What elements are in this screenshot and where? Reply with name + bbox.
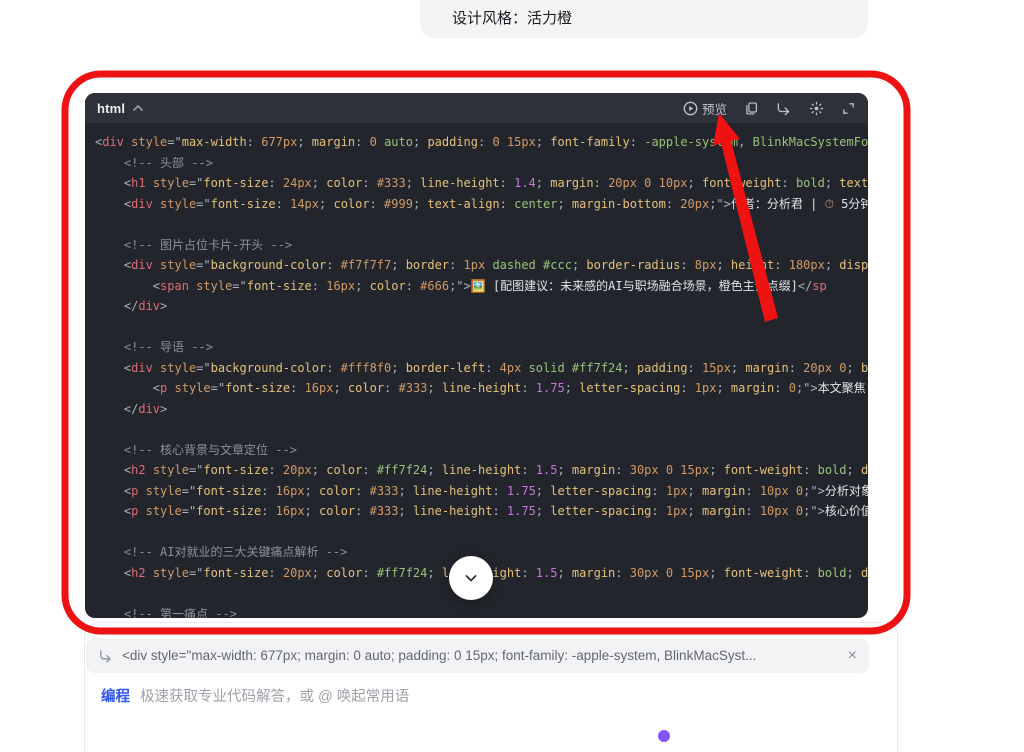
play-circle-icon <box>683 101 698 115</box>
insert-button[interactable] <box>776 101 792 116</box>
code-block-panel: html 预览 <div style="max-width: 677px; ma… <box>85 93 868 618</box>
user-message-bubble: 设计风格：活力橙 <box>420 0 868 38</box>
code-line: <h1 style="font-size: 24px; color: #333;… <box>95 176 868 190</box>
expand-button[interactable] <box>841 101 856 116</box>
code-line: <!-- 核心背景与文章定位 --> <box>123 442 297 457</box>
code-line: <p style="font-size: 16px; color: #333; … <box>95 381 866 395</box>
code-line: <div style="max-width: 677px; margin: 0 … <box>95 135 868 149</box>
code-line: <p style="font-size: 16px; color: #333; … <box>95 504 868 518</box>
quoted-code-text: <div style="max-width: 677px; margin: 0 … <box>122 648 757 663</box>
preview-button[interactable]: 预览 <box>683 99 727 118</box>
mode-tag-coding[interactable]: 编程 <box>101 685 130 706</box>
code-block-header: html 预览 <box>85 93 868 123</box>
chevron-down-icon <box>465 575 477 582</box>
code-line: <!-- 图片占位卡片-开头 --> <box>123 237 293 252</box>
code-content[interactable]: <div style="max-width: 677px; margin: 0 … <box>85 123 868 618</box>
input-placeholder: 极速获取专业代码解答，或 @ 唤起常用语 <box>140 689 410 705</box>
preview-label: 预览 <box>701 102 727 117</box>
code-line: <div style="background-color: #f7f7f7; b… <box>95 258 868 272</box>
code-line: </div> <box>95 401 168 416</box>
copy-icon <box>746 101 757 115</box>
typing-indicator-dot <box>658 730 670 742</box>
code-line: <!-- 导语 --> <box>123 340 213 354</box>
input-row[interactable]: 编程 极速获取专业代码解答，或 @ 唤起常用语 <box>101 685 409 706</box>
close-icon[interactable]: × <box>848 647 857 664</box>
chat-screen: 设计风格：活力橙 html 预览 <div style="max-width: … <box>0 0 1024 752</box>
code-line: <p style="font-size: 16px; color: #333; … <box>95 483 868 498</box>
code-line: <div style="background-color: #fff8f0; b… <box>95 360 868 375</box>
code-line: <!-- 第一痛点 --> <box>123 606 237 619</box>
expand-icon <box>843 102 854 114</box>
arrow-branch-icon <box>777 102 790 115</box>
quoted-code-chip[interactable]: <div style="max-width: 677px; margin: 0 … <box>86 638 869 673</box>
settings-button[interactable] <box>809 101 824 116</box>
chevron-up-icon[interactable] <box>131 101 145 115</box>
gear-icon <box>809 101 824 115</box>
scroll-down-button[interactable] <box>449 556 493 600</box>
quote-arrow-icon <box>98 649 113 663</box>
code-line: <!-- 头部 --> <box>123 155 213 170</box>
code-language-label: html <box>97 100 126 116</box>
code-line: <div style="font-size: 14px; color: #999… <box>95 196 868 211</box>
code-line: <span style="font-size: 16px; color: #66… <box>95 278 827 293</box>
copy-button[interactable] <box>744 101 759 116</box>
message-input-container[interactable]: <div style="max-width: 677px; margin: 0 … <box>84 622 898 752</box>
code-line: </div> <box>95 299 168 313</box>
user-message-text: 设计风格：活力橙 <box>452 10 573 27</box>
code-line: <h2 style="font-size: 20px; color: #ff7f… <box>95 463 868 477</box>
